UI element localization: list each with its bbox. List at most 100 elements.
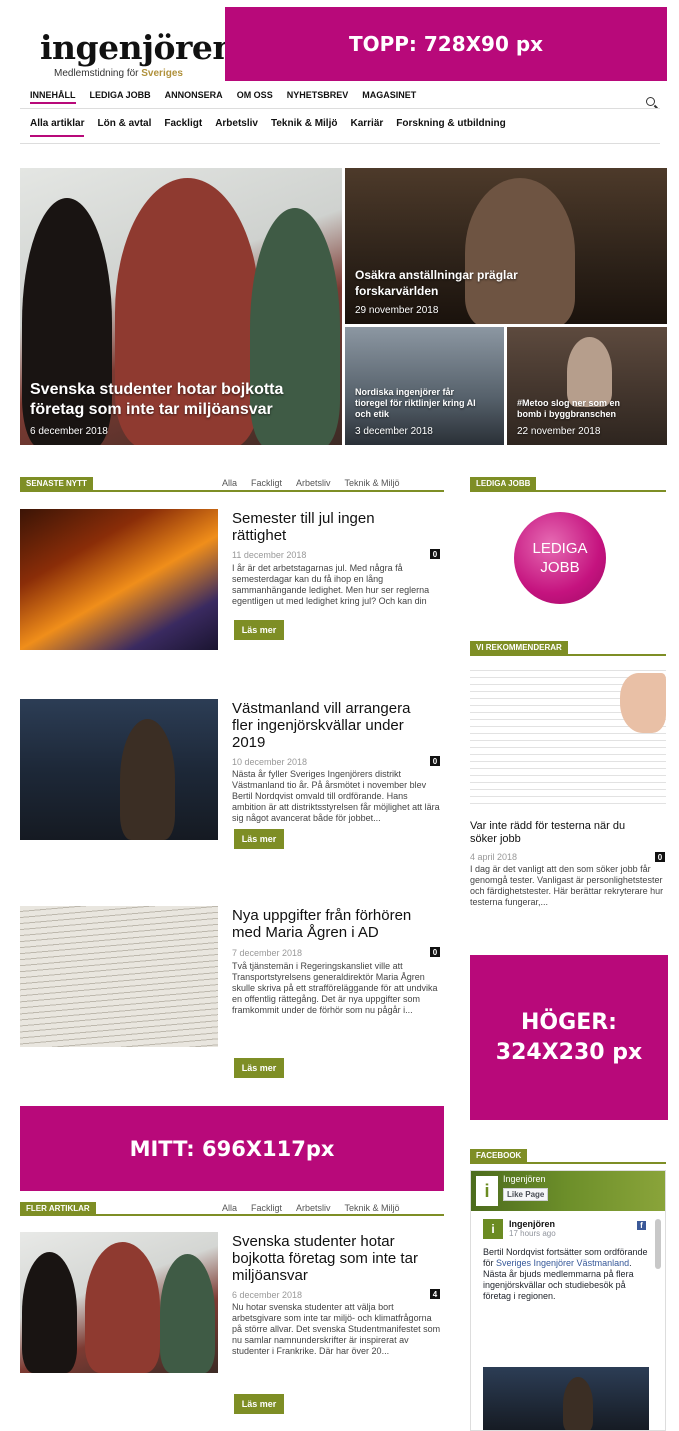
recommend-title[interactable]: Var inte rädd för testerna när du söker … (470, 820, 666, 846)
hero-main-caption: Svenska studenter hotar bojkotta företag… (30, 380, 332, 437)
article-excerpt: Nästa år fyller Sveriges Ingenjörers dis… (232, 769, 440, 823)
article-title[interactable]: Nya uppgifter från förhören med Maria Åg… (232, 907, 444, 941)
lediga-jobb-line1: LEDIGA (532, 540, 588, 557)
recommend-image[interactable] (470, 668, 666, 810)
category-fackligt[interactable]: Fackligt (164, 118, 202, 137)
hero-tile-3[interactable]: Nordiska ingenjörer får tioregel för rik… (345, 327, 504, 445)
category-teknik-miljo[interactable]: Teknik & Miljö (271, 118, 338, 137)
nav-item-lediga-jobb[interactable]: LEDIGA JOBB (90, 90, 151, 104)
read-more-button[interactable]: Läs mer (234, 620, 284, 640)
article-image-person (22, 1252, 77, 1373)
section-line-jobs (470, 490, 666, 492)
logo-tagline: Medlemstidning för Sveriges (54, 68, 183, 79)
filter-fackligt[interactable]: Fackligt (251, 478, 282, 488)
search-icon[interactable] (646, 97, 655, 106)
facebook-post-image-person (563, 1377, 593, 1430)
read-more-button[interactable]: Läs mer (234, 1394, 284, 1414)
article-image[interactable] (20, 509, 218, 650)
read-more-button[interactable]: Läs mer (234, 829, 284, 849)
section-label-jobs: LEDIGA JOBB (470, 477, 537, 490)
nav-item-om-oss[interactable]: OM OSS (237, 90, 273, 104)
article-image[interactable] (20, 699, 218, 840)
article-title[interactable]: Västmanland vill arrangera fler ingenjör… (232, 700, 442, 751)
facebook-widget: i Ingenjören Like Page i Ingenjören 17 h… (470, 1170, 666, 1431)
site-logo[interactable]: ingenjören (40, 28, 236, 67)
article-excerpt: I år är det arbetstagarnas jul. Med någr… (232, 563, 430, 608)
facebook-page-name[interactable]: Ingenjören (503, 1174, 546, 1184)
facebook-like-button[interactable]: Like Page (503, 1188, 549, 1201)
facebook-post-name[interactable]: Ingenjören (509, 1219, 556, 1229)
top-ad-label: TOPP: 728X90 px (348, 32, 544, 56)
hero-3-title[interactable]: Nordiska ingenjörer får tioregel för rik… (355, 387, 494, 420)
hero-4-caption: #Metoo slog ner som en bomb i byggbransc… (517, 398, 657, 437)
article-date: 11 december 2018 (232, 550, 307, 560)
category-all[interactable]: Alla artiklar (30, 118, 85, 137)
filter-arbetsliv[interactable]: Arbetsliv (296, 1203, 331, 1213)
article-image[interactable] (20, 906, 218, 1047)
filter-teknik-miljo[interactable]: Teknik & Miljö (345, 478, 400, 488)
category-nav: Alla artiklar Lön & avtal Fackligt Arbet… (30, 118, 506, 137)
read-more-button[interactable]: Läs mer (234, 1058, 284, 1078)
facebook-scrollbar[interactable] (655, 1219, 661, 1269)
hero-4-date: 22 november 2018 (517, 426, 601, 437)
facebook-post-image[interactable] (483, 1367, 649, 1430)
article-image-person (85, 1242, 160, 1373)
hero-main-title[interactable]: Svenska studenter hotar bojkotta företag… (30, 380, 332, 420)
article-date: 10 december 2018 (232, 757, 308, 767)
article-image[interactable] (20, 1232, 218, 1373)
hero-2-caption: Osäkra anställningar präglar forskarvärl… (355, 267, 657, 316)
middle-ad-banner[interactable]: MITT: 696X117px (20, 1106, 444, 1191)
section-line-recommend (470, 654, 666, 656)
comment-count[interactable]: 0 (430, 947, 440, 957)
facebook-cover: i Ingenjören Like Page (471, 1171, 665, 1211)
right-ad-banner[interactable]: HÖGER: 324X230 px (470, 955, 668, 1120)
nav-item-magasinet[interactable]: MAGASINET (362, 90, 416, 104)
right-ad-label-2: 324X230 px (495, 1039, 643, 1065)
filter-all[interactable]: Alla (222, 1203, 237, 1213)
recommend-date: 4 april 2018 (470, 852, 518, 862)
top-ad-banner[interactable]: TOPP: 728X90 px (225, 7, 667, 81)
middle-ad-label: MITT: 696X117px (129, 1136, 335, 1161)
filter-arbetsliv[interactable]: Arbetsliv (296, 478, 331, 488)
article-image-person (160, 1254, 215, 1373)
section-line-facebook (470, 1162, 666, 1164)
hero-4-title[interactable]: #Metoo slog ner som en bomb i byggbransc… (517, 398, 657, 420)
filter-teknik-miljo[interactable]: Teknik & Miljö (345, 1203, 400, 1213)
hero-4-person (567, 337, 612, 407)
comment-count[interactable]: 0 (655, 852, 665, 862)
category-karriar[interactable]: Karriär (350, 118, 383, 137)
category-arbetsliv[interactable]: Arbetsliv (215, 118, 258, 137)
facebook-post-link[interactable]: Sveriges Ingenjörer Västmanland (496, 1258, 629, 1268)
hero-tile-2[interactable]: Osäkra anställningar präglar forskarvärl… (345, 168, 667, 324)
category-forskning[interactable]: Forskning & utbildning (396, 118, 505, 137)
article-title[interactable]: Svenska studenter hotar bojkotta företag… (232, 1233, 444, 1284)
hero-3-date: 3 december 2018 (355, 426, 433, 437)
section-line-more (20, 1214, 444, 1216)
section-line-latest (20, 490, 444, 492)
recommend-excerpt: I dag är det vanligt att den som söker j… (470, 864, 664, 907)
lediga-jobb-logo[interactable]: LEDIGA JOBB (514, 512, 606, 604)
article-date: 6 december 2018 (232, 1290, 303, 1300)
article-title[interactable]: Semester till jul ingen rättighet (232, 510, 432, 544)
comment-count[interactable]: 0 (430, 756, 440, 766)
hero-main-tile[interactable]: Svenska studenter hotar bojkotta företag… (20, 168, 342, 445)
nav-item-innehall[interactable]: INNEHÅLL (30, 90, 76, 104)
facebook-post-text: Bertil Nordqvist fortsätter som ordföran… (483, 1247, 648, 1301)
comment-count[interactable]: 0 (430, 549, 440, 559)
facebook-post-header: i Ingenjören 17 hours ago (483, 1219, 556, 1239)
facebook-icon: f (637, 1221, 646, 1230)
filter-fackligt[interactable]: Fackligt (251, 1203, 282, 1213)
hero-2-title[interactable]: Osäkra anställningar präglar forskarvärl… (355, 267, 657, 299)
section-label-recommend: VI REKOMMENDERAR (470, 641, 568, 654)
nav-item-annonsera[interactable]: ANNONSERA (165, 90, 223, 104)
hero-tile-4[interactable]: #Metoo slog ner som en bomb i byggbransc… (507, 327, 667, 445)
section-label-facebook: FACEBOOK (470, 1149, 528, 1162)
hero-main-date: 6 december 2018 (30, 426, 108, 437)
nav-item-nyhetsbrev[interactable]: NYHETSBREV (287, 90, 349, 104)
filter-all[interactable]: Alla (222, 478, 237, 488)
comment-count[interactable]: 4 (430, 1289, 440, 1299)
nav-divider (20, 108, 660, 109)
category-lon-avtal[interactable]: Lön & avtal (97, 118, 151, 137)
section-label-latest: SENASTE NYTT (20, 477, 93, 490)
article-excerpt: Två tjänstemän i Regeringskansliet ville… (232, 961, 438, 1015)
